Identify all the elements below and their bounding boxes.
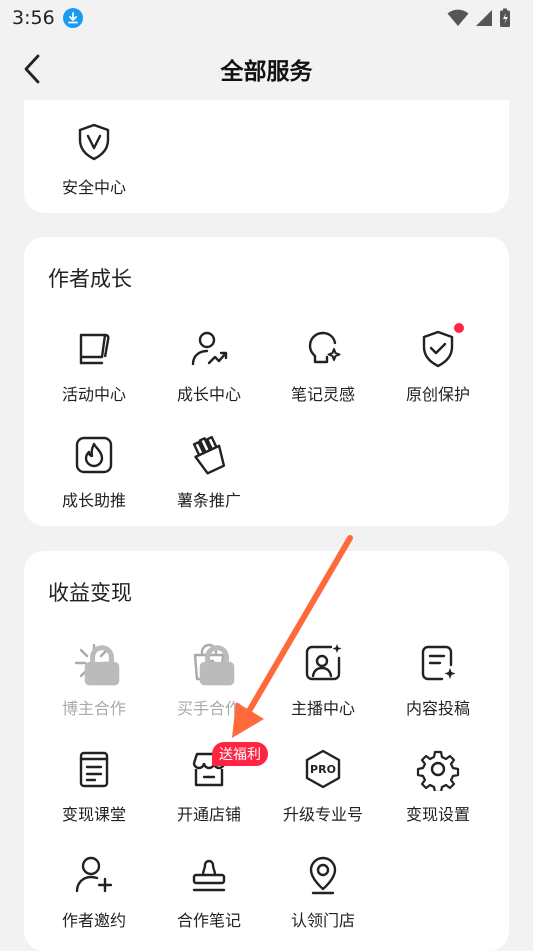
sparkle-icon bbox=[72, 641, 120, 686]
pro-badge-icon: PRO bbox=[301, 747, 345, 791]
service-item-monetization-class[interactable]: 变现课堂 bbox=[37, 747, 151, 837]
service-item-host-center[interactable]: 主播中心 bbox=[266, 641, 380, 731]
service-item-label: 作者邀约 bbox=[61, 911, 126, 930]
wifi-icon bbox=[447, 9, 469, 26]
service-item-security-center[interactable]: 安全中心 bbox=[37, 120, 151, 210]
service-item-growth-boost[interactable]: 成长助推 bbox=[37, 433, 151, 523]
status-time: 3:56 bbox=[12, 7, 55, 29]
service-item-label: 活动中心 bbox=[61, 385, 126, 404]
service-item-blogger-cooperation[interactable]: 博主合作 bbox=[37, 641, 151, 731]
fries-icon bbox=[187, 433, 231, 477]
service-item-label: 成长中心 bbox=[176, 385, 241, 404]
notification-dot bbox=[454, 323, 464, 333]
service-item-label: 原创保护 bbox=[405, 385, 470, 404]
lock-icon bbox=[199, 645, 235, 686]
service-item-label: 开通店铺 bbox=[176, 805, 241, 824]
service-item-original-protection[interactable]: 原创保护 bbox=[381, 323, 495, 417]
service-item-cooperation-notes[interactable]: 合作笔记 bbox=[152, 853, 266, 943]
battery-icon bbox=[500, 8, 510, 27]
section-title-monetization: 收益变现 bbox=[48, 581, 132, 605]
service-item-fries-promotion[interactable]: 薯条推广 bbox=[152, 433, 266, 523]
service-item-activity-center[interactable]: 活动中心 bbox=[37, 327, 151, 417]
shield-check-icon bbox=[416, 323, 464, 371]
bulb-icon bbox=[301, 327, 345, 371]
service-item-buyer-cooperation[interactable]: 买手合作 bbox=[152, 641, 266, 731]
shield-v-icon bbox=[72, 120, 116, 164]
service-item-label: 买手合作 bbox=[176, 699, 241, 718]
service-item-note-inspiration[interactable]: 笔记灵感 bbox=[266, 327, 380, 417]
service-item-author-invite[interactable]: 作者邀约 bbox=[37, 853, 151, 943]
section-title-growth: 作者成长 bbox=[48, 267, 132, 291]
service-item-label: 主播中心 bbox=[290, 699, 355, 718]
service-item-content-submission[interactable]: 内容投稿 bbox=[381, 641, 495, 731]
author-growth-card: 作者成长 活动中心 成长中心 笔记灵感 原创保护 成长助推 薯条推广 bbox=[24, 237, 509, 526]
service-item-upgrade-pro[interactable]: PRO 升级专业号 bbox=[266, 747, 380, 837]
page-title: 全部服务 bbox=[220, 59, 313, 85]
service-item-label: 内容投稿 bbox=[405, 699, 470, 718]
service-item-label: 薯条推广 bbox=[176, 491, 241, 510]
flame-icon bbox=[72, 433, 116, 477]
service-item-label: 博主合作 bbox=[61, 699, 126, 718]
service-item-label: 认领门店 bbox=[290, 911, 355, 930]
signal-icon bbox=[476, 10, 492, 26]
service-item-claim-store[interactable]: 认领门店 bbox=[266, 853, 380, 943]
service-item-label: 升级专业号 bbox=[282, 805, 363, 824]
service-item-monetization-settings[interactable]: 变现设置 bbox=[381, 747, 495, 837]
user-add-icon bbox=[72, 853, 116, 897]
flag-icon bbox=[72, 327, 116, 371]
location-pin-icon bbox=[301, 853, 345, 897]
download-icon bbox=[62, 8, 83, 28]
lock-icon bbox=[84, 645, 120, 686]
stamp-icon bbox=[187, 853, 231, 897]
user-growth-icon bbox=[187, 327, 231, 371]
security-card: 安全中心 bbox=[24, 100, 509, 213]
live-host-icon bbox=[301, 641, 345, 685]
notebook-icon bbox=[72, 747, 116, 791]
svg-text:PRO: PRO bbox=[310, 763, 336, 776]
chevron-left-icon bbox=[24, 54, 40, 84]
shopping-bag-icon bbox=[187, 641, 235, 686]
nav-bar: 全部服务 bbox=[0, 36, 533, 102]
back-button[interactable] bbox=[18, 52, 46, 86]
service-item-label: 安全中心 bbox=[61, 178, 126, 197]
service-item-label: 变现课堂 bbox=[61, 805, 126, 824]
document-sparkle-icon bbox=[416, 641, 460, 685]
status-bar: 3:56 bbox=[0, 0, 533, 36]
service-item-label: 成长助推 bbox=[61, 491, 126, 510]
service-item-label: 合作笔记 bbox=[176, 911, 241, 930]
gear-icon bbox=[416, 747, 460, 791]
service-item-growth-center[interactable]: 成长中心 bbox=[152, 327, 266, 417]
service-item-label: 变现设置 bbox=[405, 805, 470, 824]
promo-badge: 送福利 bbox=[212, 742, 268, 766]
service-item-label: 笔记灵感 bbox=[290, 385, 355, 404]
